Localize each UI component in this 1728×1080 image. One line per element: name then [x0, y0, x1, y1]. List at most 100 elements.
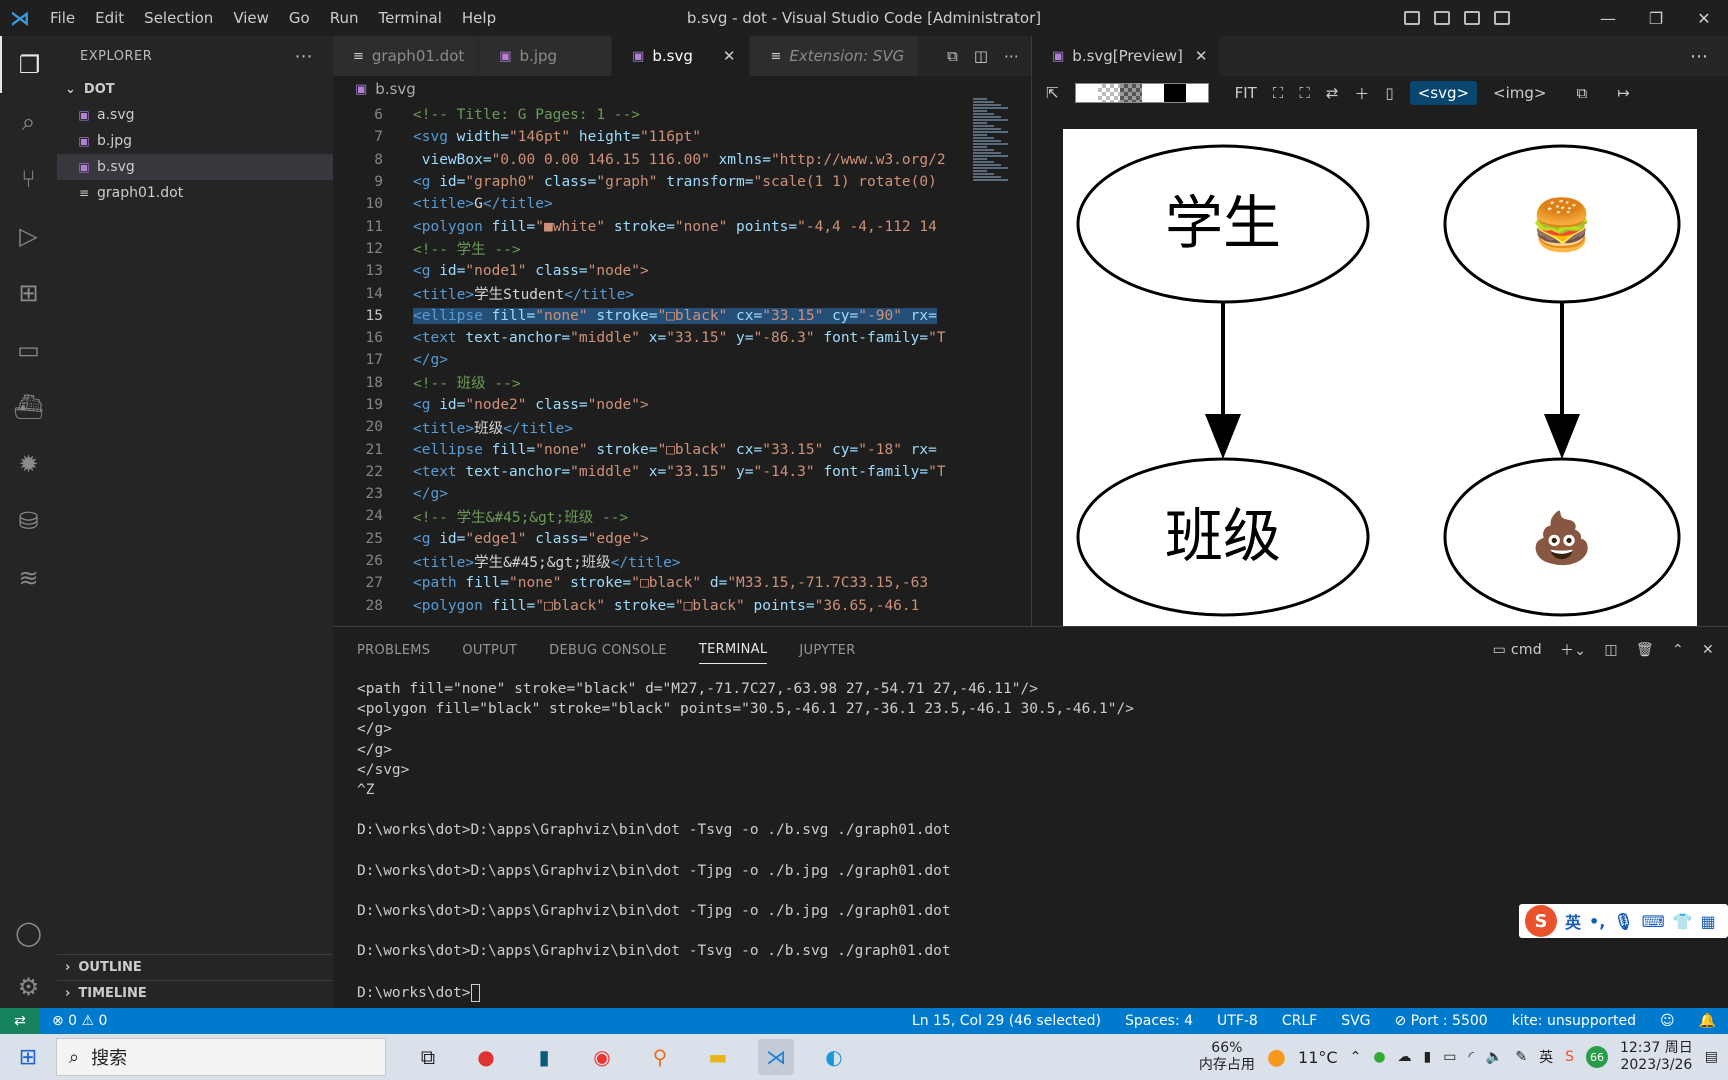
code-line[interactable]: 24 <!-- 学生&#45;&gt;班级 -->: [333, 505, 973, 527]
punctuation-icon[interactable]: •,: [1589, 912, 1605, 931]
sogou-tray-icon[interactable]: S: [1565, 1049, 1574, 1065]
database-icon[interactable]: ⛁: [0, 492, 57, 549]
swatch-white-2[interactable]: [1141, 84, 1164, 102]
start-icon[interactable]: ⊞: [0, 1034, 56, 1080]
cursor-position[interactable]: Ln 15, Col 29 (46 selected): [900, 1013, 1113, 1029]
close-tab-icon[interactable]: ✕: [1195, 47, 1208, 65]
tab-extension-svg[interactable]: ≡ Extension: SVG: [750, 36, 920, 76]
run-debug-icon[interactable]: ▷: [0, 207, 57, 264]
more-actions-icon[interactable]: ⋯: [1690, 46, 1708, 67]
clock[interactable]: 12:37 周日 2023/3/26: [1620, 1040, 1693, 1074]
more-actions-icon[interactable]: ⋯: [295, 46, 314, 67]
toolbox-icon[interactable]: ▦: [1701, 912, 1716, 931]
menu-view[interactable]: View: [223, 9, 279, 27]
wifi-icon[interactable]: ◜: [1468, 1049, 1473, 1065]
end-of-line[interactable]: CRLF: [1270, 1013, 1329, 1029]
tab-problems[interactable]: PROBLEMS: [357, 643, 430, 658]
edge-icon[interactable]: ◐: [816, 1039, 852, 1075]
menu-terminal[interactable]: Terminal: [369, 9, 452, 27]
tab-debug-console[interactable]: DEBUG CONSOLE: [549, 643, 667, 658]
split-terminal-icon[interactable]: ◫: [1604, 642, 1618, 658]
ime-lang[interactable]: 英: [1565, 909, 1581, 933]
toggle-secondary-sidebar-icon[interactable]: [1464, 11, 1480, 25]
breadcrumb-file[interactable]: b.svg: [375, 80, 416, 98]
code-line[interactable]: 18 <!-- 班级 -->: [333, 372, 973, 394]
timeline-section[interactable]: › TIMELINE: [57, 980, 333, 1006]
tab-b-svg[interactable]: ▣ b.svg ✕: [612, 36, 751, 76]
microphone-icon[interactable]: 🎙: [1613, 912, 1633, 931]
file-explorer-icon[interactable]: ▬: [700, 1039, 736, 1075]
keyboard-icon[interactable]: ⌨: [1642, 912, 1665, 931]
usb-icon[interactable]: ▮: [1424, 1049, 1432, 1065]
code-line[interactable]: 22 <text text-anchor="middle" x="33.15" y…: [333, 461, 973, 483]
swap-icon[interactable]: ⇄: [1326, 84, 1339, 102]
code-line[interactable]: 13 <g id="node1" class="node">: [333, 260, 973, 282]
search-icon[interactable]: ⌕: [0, 93, 57, 150]
code-line[interactable]: 25 <g id="edge1" class="edge">: [333, 528, 973, 550]
code-area[interactable]: 6 <!-- Title: G Pages: 1 --> 7 <svg width="…: [333, 104, 973, 626]
add-icon[interactable]: ＋: [1354, 83, 1369, 104]
code-line[interactable]: 9 <g id="graph0" class="graph" transform=…: [333, 171, 973, 193]
code-line[interactable]: 19 <g id="node2" class="node">: [333, 394, 973, 416]
tab-graph01-dot[interactable]: ≡ graph01.dot: [333, 36, 480, 76]
settings-gear-icon[interactable]: ⚙: [0, 958, 57, 1015]
feedback-icon[interactable]: ☺: [1648, 1013, 1687, 1029]
code-line[interactable]: 15 <ellipse fill="none" stroke="□black" c…: [333, 305, 973, 327]
tab-b-jpg[interactable]: ▣ b.jpg: [479, 36, 613, 76]
code-line[interactable]: 23 </g>: [333, 483, 973, 505]
img-mode-button[interactable]: <img>: [1493, 84, 1546, 102]
tray-app-icon[interactable]: ●: [1373, 1049, 1385, 1065]
tab-terminal[interactable]: TERMINAL: [698, 642, 768, 664]
new-terminal-icon[interactable]: ＋⌄: [1560, 640, 1586, 660]
menu-file[interactable]: File: [40, 9, 85, 27]
arrow-right-icon[interactable]: ↦: [1617, 84, 1630, 102]
fit-width-icon[interactable]: ⛶: [1273, 84, 1284, 102]
terminal-output[interactable]: <path fill="none" stroke="black" d="M27,…: [357, 681, 1134, 1004]
minimize-icon[interactable]: —: [1584, 9, 1632, 28]
remote-explorer-icon[interactable]: ▭: [0, 321, 57, 378]
explorer-icon[interactable]: ❐: [0, 36, 57, 93]
fit-height-icon[interactable]: ⛶: [1299, 84, 1310, 102]
notification-badge[interactable]: 66: [1585, 1046, 1608, 1068]
taskbar-search[interactable]: ⌕ 搜索: [56, 1038, 386, 1076]
temperature[interactable]: 11°C: [1298, 1048, 1338, 1067]
kite-status[interactable]: kite: unsupported: [1500, 1013, 1648, 1029]
copy-icon[interactable]: ⧉: [1576, 84, 1587, 102]
file-a-svg[interactable]: ▣ a.svg: [57, 102, 333, 128]
code-line[interactable]: 26 <title>学生&#45;&gt;班级</title>: [333, 550, 973, 572]
customize-layout-icon[interactable]: [1494, 11, 1510, 25]
close-panel-icon[interactable]: ✕: [1702, 642, 1714, 658]
encoding[interactable]: UTF-8: [1205, 1013, 1270, 1029]
file-b-svg[interactable]: ▣ b.svg: [57, 154, 333, 180]
layers-icon[interactable]: ≋: [0, 549, 57, 606]
more-actions-icon[interactable]: ⋯: [1004, 47, 1019, 65]
ime-toolbar[interactable]: S 英 •, 🎙 ⌨ 👕 ▦: [1519, 904, 1728, 938]
swatch-dark-checker[interactable]: [1119, 84, 1142, 102]
code-line[interactable]: 21 <ellipse fill="none" stroke="□black" c…: [333, 438, 973, 460]
chrome-icon[interactable]: ◉: [584, 1039, 620, 1075]
code-line[interactable]: 12 <!-- 学生 -->: [333, 238, 973, 260]
file-b-jpg[interactable]: ▣ b.jpg: [57, 128, 333, 154]
skin-icon[interactable]: 👕: [1673, 912, 1693, 931]
menu-go[interactable]: Go: [279, 9, 320, 27]
code-line[interactable]: 7 <svg width="146pt" height="116pt": [333, 126, 973, 148]
search-app-icon[interactable]: ⚲: [642, 1039, 678, 1075]
swatch-white[interactable]: [1075, 84, 1098, 102]
remote-icon[interactable]: ⇄: [0, 1008, 40, 1034]
split-editor-icon[interactable]: ◫: [974, 47, 988, 65]
code-line[interactable]: 27 <path fill="none" stroke="□black" d="M…: [333, 572, 973, 594]
svg-mode-button[interactable]: <svg>: [1409, 81, 1478, 105]
terminal-prompt[interactable]: D:\works\dot>: [357, 983, 1134, 1004]
terminal-shell-select[interactable]: ▭ cmd: [1493, 642, 1542, 658]
code-line[interactable]: 28 <polygon fill="□black" stroke="□black"…: [333, 595, 973, 617]
menu-selection[interactable]: Selection: [134, 9, 223, 27]
swatch-transparent[interactable]: [1097, 84, 1120, 102]
tab-jupyter[interactable]: JUPYTER: [799, 643, 855, 658]
tray-expand-icon[interactable]: ⌃: [1350, 1049, 1362, 1065]
task-view-icon[interactable]: ⧉: [410, 1039, 446, 1075]
tab-svg-preview[interactable]: ▣ b.svg[Preview] ✕: [1032, 36, 1220, 76]
indentation[interactable]: Spaces: 4: [1113, 1013, 1205, 1029]
live-server-port[interactable]: ⊘ Port : 5500: [1383, 1013, 1500, 1029]
recorder-app-icon[interactable]: ●: [468, 1039, 504, 1075]
code-line[interactable]: 11 <polygon fill="■white" stroke="none" p…: [333, 215, 973, 237]
